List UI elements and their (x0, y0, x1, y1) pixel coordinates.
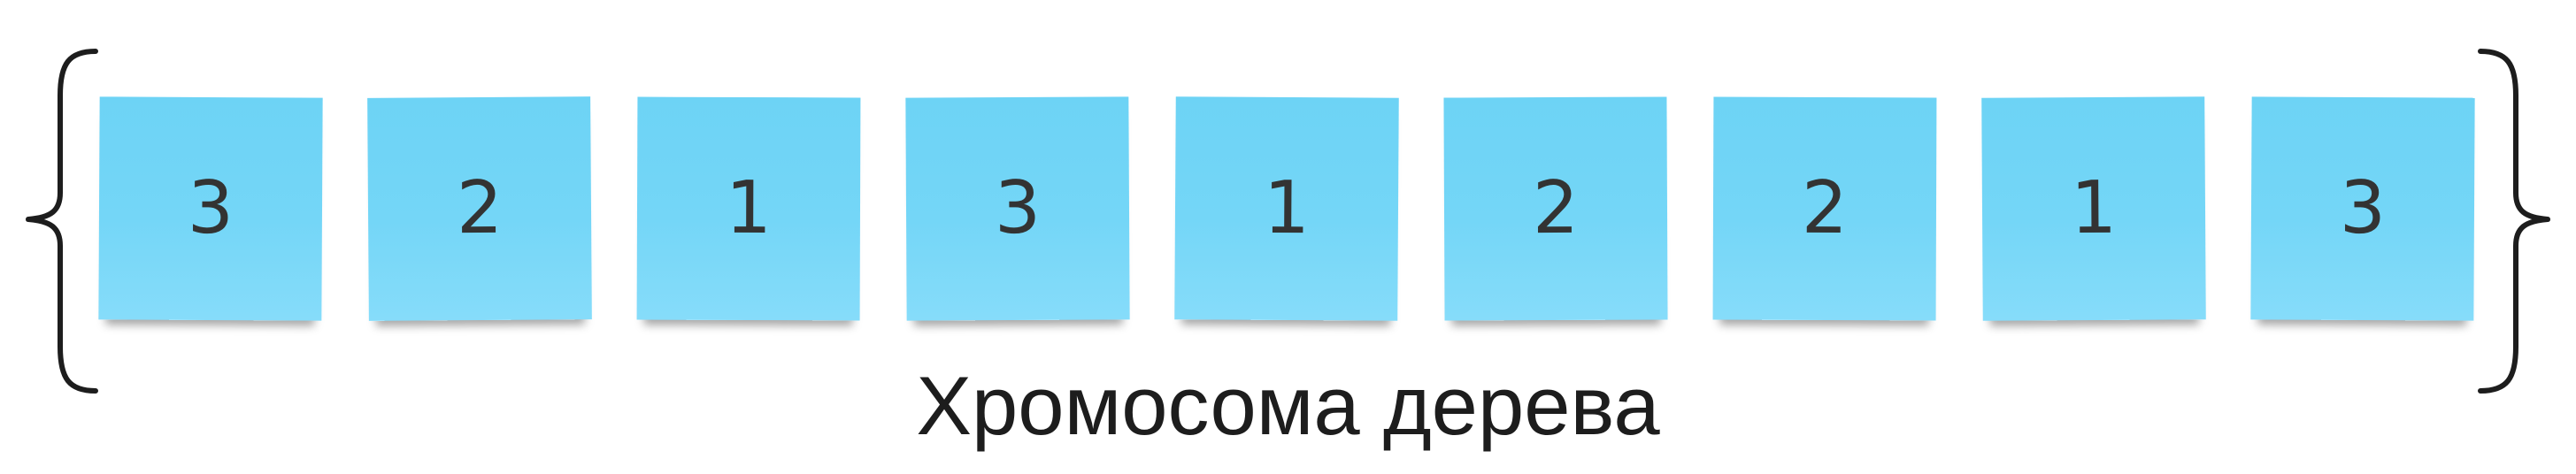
gene-note: 1 (636, 96, 861, 321)
gene-note: 3 (98, 96, 323, 321)
gene-value: 1 (1263, 165, 1311, 251)
gene-value: 1 (2070, 165, 2118, 251)
gene-note: 2 (367, 96, 592, 321)
gene-note: 1 (1174, 96, 1399, 321)
left-brace (26, 49, 98, 394)
gene-note: 3 (905, 96, 1130, 321)
right-brace (2478, 49, 2550, 394)
gene-value: 2 (1532, 165, 1580, 251)
gene-note: 2 (1712, 96, 1937, 321)
gene-value: 3 (2339, 165, 2387, 251)
gene-value: 3 (187, 165, 235, 251)
gene-value: 1 (725, 165, 773, 251)
gene-value: 2 (456, 165, 504, 251)
gene-value: 3 (994, 165, 1042, 251)
gene-note: 3 (2250, 96, 2475, 321)
gene-value: 2 (1801, 165, 1849, 251)
gene-note: 1 (1981, 96, 2206, 321)
chromosome-caption: Хромосома дерева (916, 359, 1660, 452)
chromosome-row: 3 2 1 3 1 2 2 1 3 (98, 96, 2480, 327)
gene-note: 2 (1443, 96, 1668, 321)
